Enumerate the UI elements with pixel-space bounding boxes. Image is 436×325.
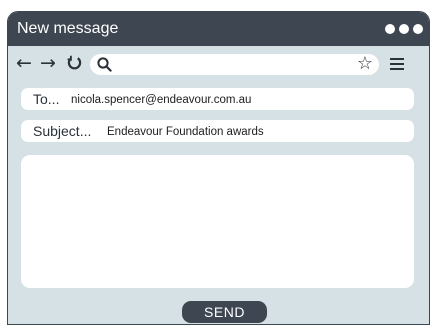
- search-icon: [97, 57, 112, 77]
- subject-label: Subject...: [33, 123, 92, 139]
- back-arrow-icon[interactable]: ←: [16, 53, 32, 73]
- to-field[interactable]: To... nicola.spencer@endeavour.com.au: [21, 88, 414, 110]
- reload-icon[interactable]: [67, 55, 82, 76]
- message-body[interactable]: [21, 155, 414, 288]
- address-bar[interactable]: ☆: [90, 54, 379, 75]
- star-icon[interactable]: ☆: [357, 54, 373, 74]
- hamburger-menu-icon[interactable]: [390, 58, 404, 70]
- email-compose-window: New message ← → ☆ To... nicola.spencer@e…: [7, 11, 430, 325]
- subject-value[interactable]: Endeavour Foundation awards: [107, 125, 264, 139]
- dot-icon: [385, 24, 395, 34]
- to-value[interactable]: nicola.spencer@endeavour.com.au: [71, 93, 251, 107]
- browser-toolbar: ← → ☆: [8, 46, 429, 80]
- subject-field[interactable]: Subject... Endeavour Foundation awards: [21, 120, 414, 142]
- window-title: New message: [17, 20, 119, 37]
- send-button[interactable]: SEND: [182, 301, 267, 323]
- title-bar: New message: [8, 12, 429, 46]
- dot-icon: [399, 24, 409, 34]
- forward-arrow-icon[interactable]: →: [40, 53, 56, 73]
- to-label: To...: [33, 91, 60, 107]
- window-options-menu[interactable]: [385, 24, 423, 34]
- dot-icon: [413, 24, 423, 34]
